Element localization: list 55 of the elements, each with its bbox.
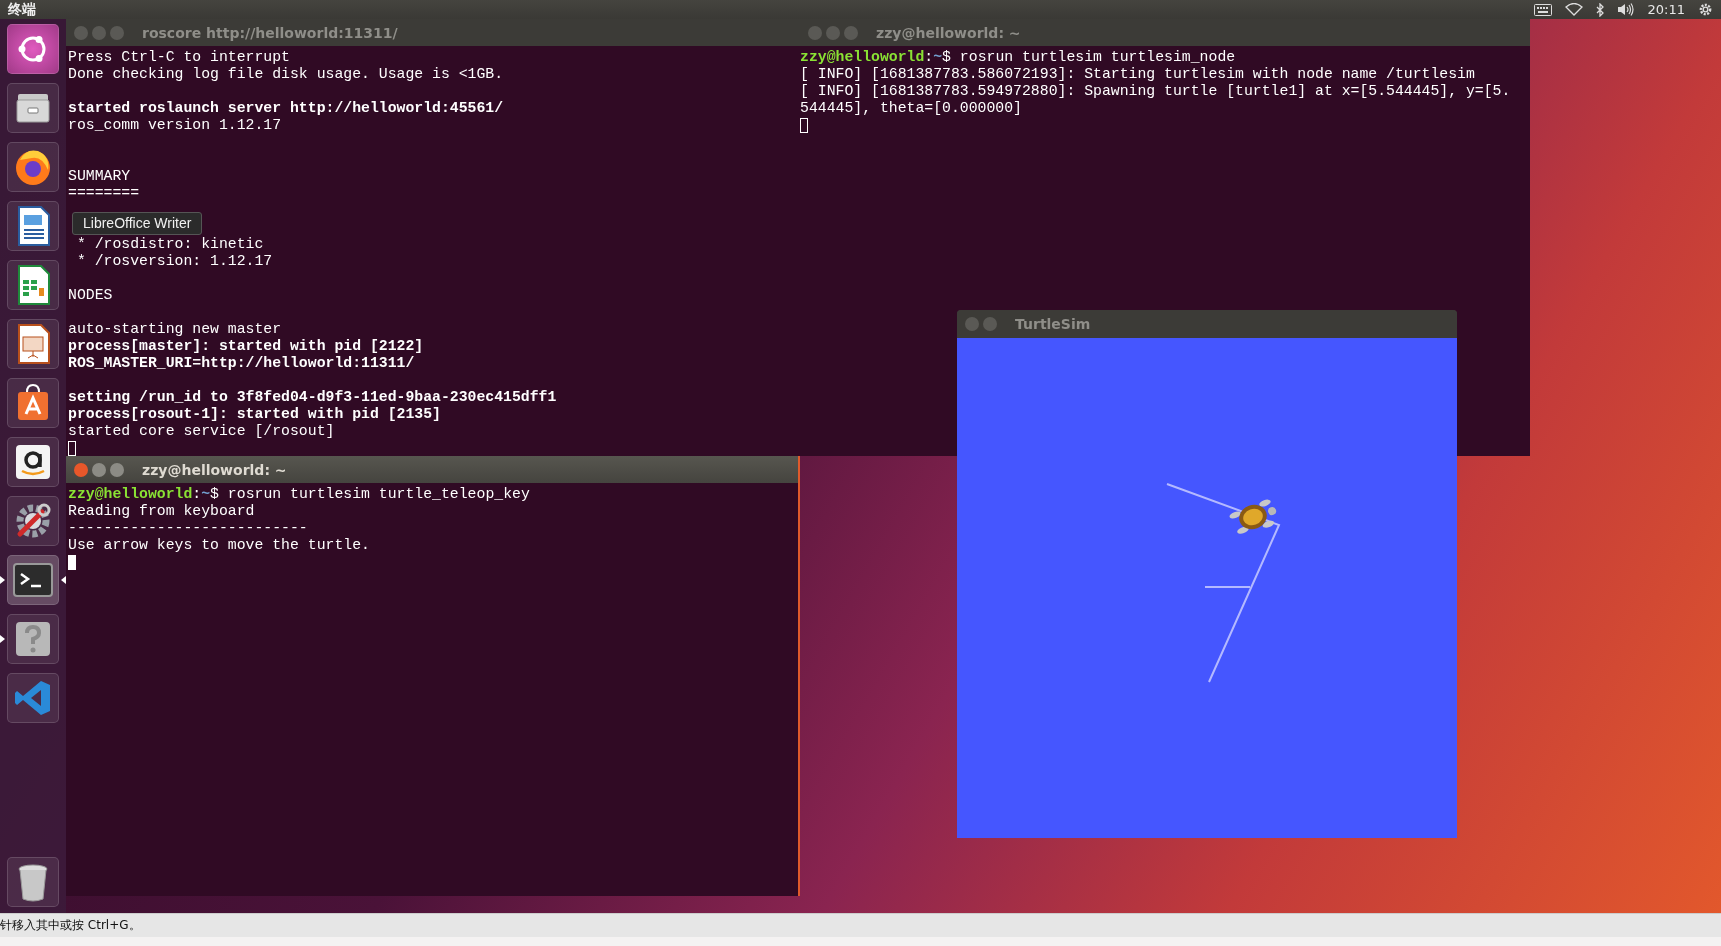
minimize-button[interactable] [92,462,106,477]
launcher-button[interactable] [7,614,59,664]
terminal-icon [12,560,54,600]
keyboard-icon[interactable] [1533,3,1552,16]
launcher-button[interactable] [7,437,59,487]
terminal-line: ======== [68,185,141,202]
maximize-button[interactable] [110,462,124,477]
terminal-line: SUMMARY [68,168,132,185]
status-text: 针移入其中或按 Ctrl+G。 [0,917,141,934]
terminal-line: * /rosversion: 1.12.17 [75,253,274,270]
terminal-line: Press Ctrl-C to interrupt [68,49,291,66]
clock[interactable]: 20:11 [1647,2,1685,17]
terminal-line: process[rosout-1]: started with pid [2135] [68,406,442,423]
terminal-line: * /rosdistro: kinetic [75,236,265,253]
launcher-button[interactable] [7,201,59,251]
terminal-line: [ INFO] [1681387783.594972880]: Spawning turtle [turtle1] at x=[5.544445], y=[5. [800,83,1512,100]
terminal-line: Use arrow keys to move the turtle. [68,537,371,554]
volume-icon[interactable] [1616,3,1635,16]
tooltip: LibreOffice Writer [72,212,203,235]
settings-icon[interactable] [1698,2,1713,17]
bluetooth-icon[interactable] [1595,2,1604,17]
launcher-button[interactable] [7,260,59,310]
window-title: zzy@helloworld: ~ [876,24,1021,41]
code-editor-icon [13,678,53,718]
command-line: zzy@helloworld:~$ rosrun turtlesim turtlesim_node [800,49,1237,66]
launcher-button[interactable] [7,496,59,546]
launcher-button[interactable] [7,83,59,133]
terminal-line: auto-starting new master [68,321,283,338]
terminal-line: setting /run_id to 3f8fed04-d9f3-11ed-9baa-230ec415dff1 [68,389,558,406]
terminal-line: ros_comm version 1.12.17 [68,117,283,134]
terminal-line: Reading from keyboard [68,503,256,520]
window-title: zzy@helloworld: ~ [142,461,287,478]
terminal-line: NODES [68,287,114,304]
wifi-icon[interactable] [1564,3,1583,16]
terminal-line: process[master]: started with pid [2122] [68,338,425,355]
terminal-line: ROS_MASTER_URI=http://helloworld:11311/ [68,355,416,372]
turtle-drawing [1229,499,1277,534]
launcher-button[interactable] [7,857,59,907]
launcher-button[interactable] [7,555,59,605]
amazon-icon [13,442,53,482]
window-title: TurtleSim [1015,316,1091,332]
terminal-line: started core service [/rosout] [68,423,336,440]
command-line: zzy@helloworld:~$ rosrun turtlesim turtle_teleop_key [68,486,531,503]
terminal-line: Done checking log file disk usage. Usage is <1GB. [68,66,505,83]
terminal-line: --------------------------- [68,520,309,537]
question-icon [13,619,53,659]
launcher-button[interactable] [7,142,59,192]
terminal-line: 544445], theta=[0.000000] [800,100,1023,117]
launcher-button[interactable] [7,378,59,428]
close-button[interactable] [74,462,88,477]
launcher-button[interactable] [7,319,59,369]
window-title: roscore http://helloworld:11311/ [142,24,398,41]
terminal-line: [ INFO] [1681387783.586072193]: Starting turtlesim with node name /turtlesim [800,66,1476,83]
app-title: 终端 [7,0,36,19]
terminal-line: started roslaunch server http://helloworld:45561/ [68,100,505,117]
